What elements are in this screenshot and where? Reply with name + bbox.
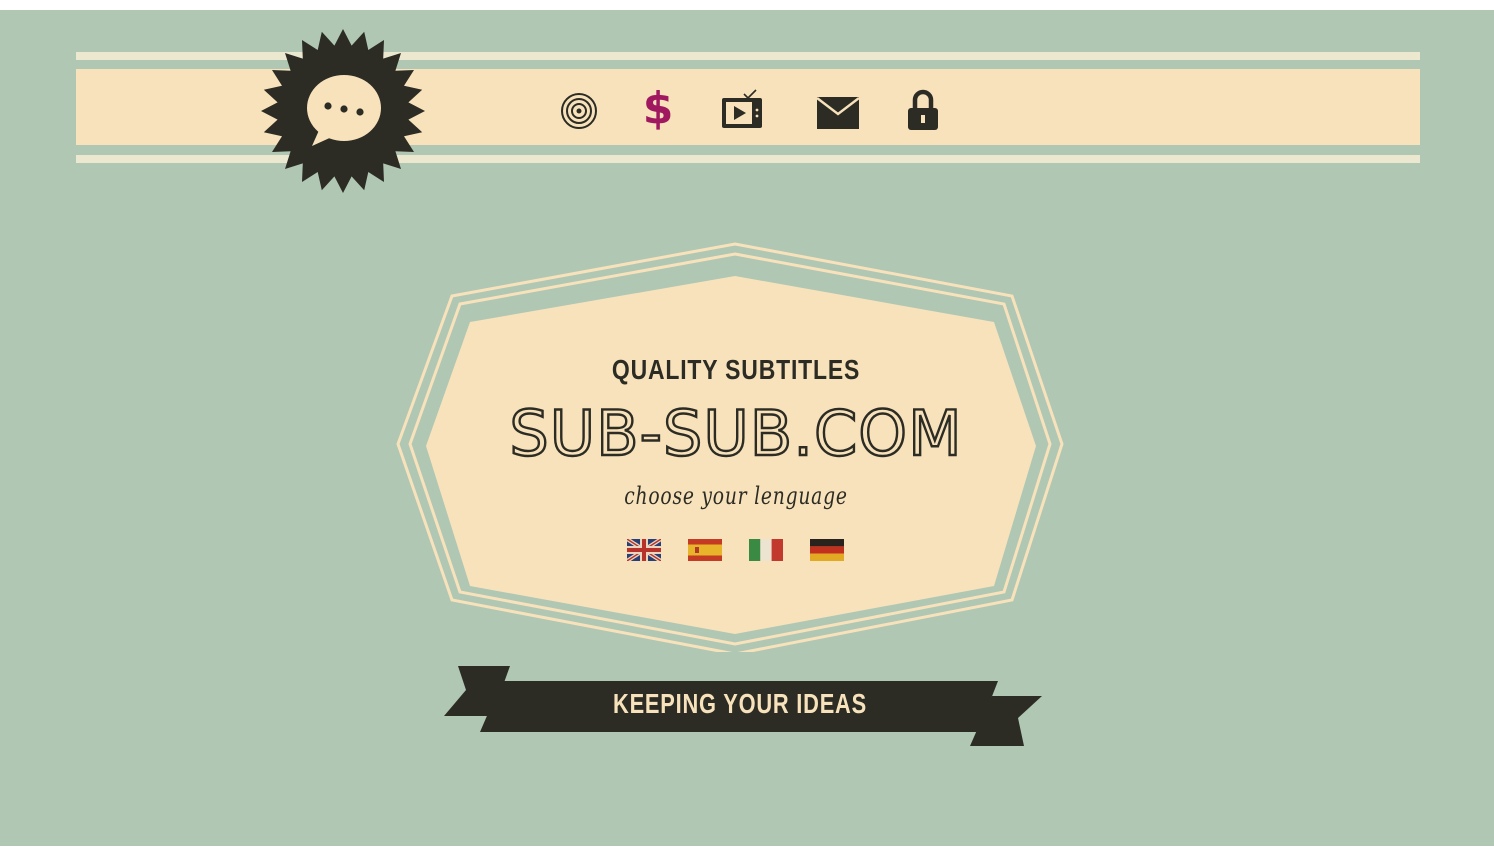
choose-language-label: choose your lenguage bbox=[624, 482, 848, 510]
tagline: QUALITY SUBTITLES bbox=[611, 354, 861, 385]
spain-flag-icon[interactable] bbox=[688, 539, 722, 561]
dollar-icon[interactable]: $ bbox=[640, 84, 676, 134]
page-canvas: $ QUALITY SUBTITLES SUB-SUB.COM choose y… bbox=[0, 10, 1494, 846]
italy-flag-icon[interactable] bbox=[749, 539, 783, 561]
uk-flag-icon[interactable] bbox=[627, 539, 661, 561]
mail-icon[interactable] bbox=[816, 96, 860, 130]
target-icon[interactable] bbox=[560, 92, 598, 130]
tv-play-icon[interactable] bbox=[720, 86, 768, 130]
ribbon-text: KEEPING YOUR IDEAS bbox=[613, 688, 867, 719]
logo-badge[interactable] bbox=[260, 28, 426, 194]
germany-flag-icon[interactable] bbox=[810, 539, 844, 561]
site-title: SUB-SUB.COM bbox=[508, 396, 963, 471]
lock-icon[interactable] bbox=[905, 88, 941, 132]
